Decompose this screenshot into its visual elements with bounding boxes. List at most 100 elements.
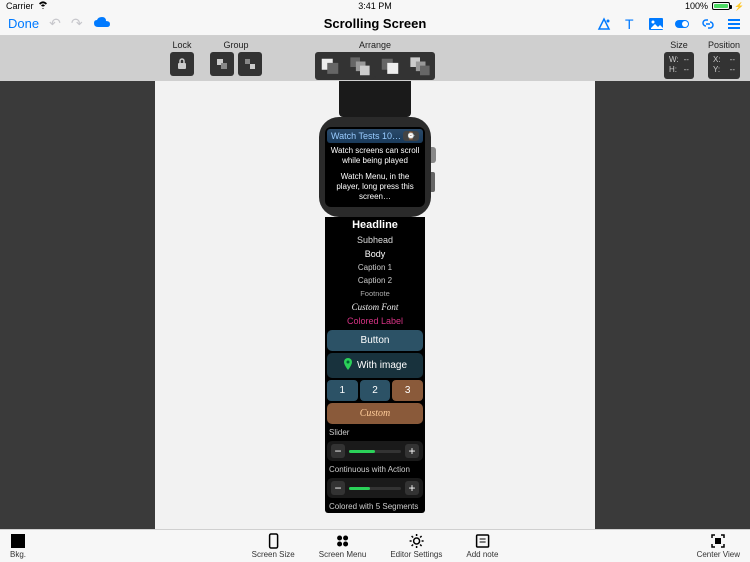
watch-custom-font[interactable]: Custom Font [325,300,425,314]
wifi-icon [38,1,48,11]
lock-group: Lock [170,40,194,76]
screen-size-label: Screen Size [252,550,295,559]
nav-bar: Done ↶ ↷ Scrolling Screen T [0,12,750,36]
bkg-button[interactable]: Bkg. [10,533,26,559]
arrange-group: Arrange [315,40,435,80]
status-time: 3:41 PM [358,1,392,11]
seg-2[interactable]: 2 [360,380,391,401]
menu-icon[interactable] [726,16,742,32]
bring-front-button[interactable] [409,56,431,76]
watch-scroll-content: Headline Subhead Body Caption 1 Caption … [325,217,425,513]
slider-label: Slider [325,426,425,439]
watch-body[interactable]: Body [325,247,425,261]
carrier-label: Carrier [6,1,34,11]
page-title: Scrolling Screen [324,16,427,31]
group-label: Group [210,40,262,50]
bring-forward-button[interactable] [379,56,401,76]
watch-caption2[interactable]: Caption 2 [325,274,425,287]
watch-footnote[interactable]: Footnote [325,287,425,300]
lock-label: Lock [170,40,194,50]
send-back-button[interactable] [349,56,371,76]
shape-tool-icon[interactable] [596,16,612,32]
group-tools: Group [210,40,262,76]
editor-settings-label: Editor Settings [390,550,442,559]
charging-icon: ⚡ [734,2,744,11]
screen-size-icon [265,533,281,549]
size-box[interactable]: W:-- H:-- [664,52,694,79]
slider-plus-icon[interactable]: + [405,481,419,495]
battery-icon [712,2,730,10]
status-right: 100% ⚡ [685,1,744,11]
undo-button[interactable]: ↶ [49,15,61,32]
watch-clock-icon: ⌚ [403,131,419,141]
seg-1[interactable]: 1 [327,380,358,401]
arrange-label: Arrange [315,40,435,50]
grid-icon [335,533,351,549]
watch-segment: 1 2 3 [327,380,423,401]
position-label: Position [708,40,740,50]
slider-minus-icon[interactable]: − [331,444,345,458]
slider2-label: Continuous with Action [325,463,425,476]
watch-slider-1[interactable]: − + [327,441,423,461]
toolbar: Lock Group Arrange Size W:-- H:-- [0,36,750,81]
watch-face: Watch Tests 10… ⌚ Watch screens can scro… [325,127,425,207]
screen-menu-label: Screen Menu [319,550,367,559]
watch-title: Watch Tests 10… [331,131,401,141]
image-tool-icon[interactable] [648,16,664,32]
gear-icon [408,533,424,549]
svg-text:T: T [625,16,634,32]
seg-3[interactable]: 3 [392,380,423,401]
text-tool-icon[interactable]: T [622,16,638,32]
add-note-label: Add note [466,550,498,559]
lock-button[interactable] [170,52,194,76]
center-view-icon [710,533,726,549]
group-button[interactable] [210,52,234,76]
size-group: Size W:-- H:-- [664,40,694,79]
position-box[interactable]: X:-- Y:-- [708,52,740,79]
position-group: Position X:-- Y:-- [708,40,740,79]
pin-icon [343,358,353,373]
watch-headline[interactable]: Headline [325,217,425,233]
watch-title-bar[interactable]: Watch Tests 10… ⌚ [327,129,423,143]
canvas[interactable]: Watch Tests 10… ⌚ Watch screens can scro… [0,81,750,529]
slider-minus-icon[interactable]: − [331,481,345,495]
add-note-button[interactable]: Add note [466,533,498,559]
watch-intro-1[interactable]: Watch screens can scroll while being pla… [325,143,425,169]
cloud-icon[interactable] [93,15,111,33]
watch-colored-label[interactable]: Colored Label [325,314,425,328]
watch-case: Watch Tests 10… ⌚ Watch screens can scro… [319,117,431,217]
slider3-label: Colored with 5 Segments [325,500,425,513]
watch-custom-button[interactable]: Custom [327,403,423,424]
note-icon [474,533,490,549]
watch-subhead[interactable]: Subhead [325,233,425,247]
editor-settings-button[interactable]: Editor Settings [390,533,442,559]
watch-caption1[interactable]: Caption 1 [325,261,425,274]
redo-button[interactable]: ↷ [71,15,83,32]
watch-mockup: Watch Tests 10… ⌚ Watch screens can scro… [315,81,435,513]
watch-side-button [431,172,435,192]
bottom-bar: Bkg. Screen Size Screen Menu Editor Sett… [0,529,750,562]
watch-button-with-image[interactable]: With image [327,353,423,378]
battery-pct: 100% [685,1,708,11]
ungroup-button[interactable] [238,52,262,76]
status-left: Carrier [6,1,48,11]
slider-plus-icon[interactable]: + [405,444,419,458]
watch-intro-2[interactable]: Watch Menu, in the player, long press th… [325,169,425,205]
center-view-label: Center View [697,550,740,559]
send-backward-button[interactable] [319,56,341,76]
status-bar: Carrier 3:41 PM 100% ⚡ [0,0,750,12]
watch-button[interactable]: Button [327,330,423,351]
watch-slider-2[interactable]: − + [327,478,423,498]
link-tool-icon[interactable] [700,16,716,32]
screen-size-button[interactable]: Screen Size [252,533,295,559]
watch-band [339,81,411,117]
toggle-tool-icon[interactable] [674,16,690,32]
done-button[interactable]: Done [8,16,39,31]
screen-menu-button[interactable]: Screen Menu [319,533,367,559]
square-icon [11,534,25,548]
watch-button-image-label: With image [357,360,407,371]
size-label: Size [664,40,694,50]
center-view-button[interactable]: Center View [697,533,740,559]
bkg-label: Bkg. [10,550,26,559]
watch-crown [431,147,436,163]
